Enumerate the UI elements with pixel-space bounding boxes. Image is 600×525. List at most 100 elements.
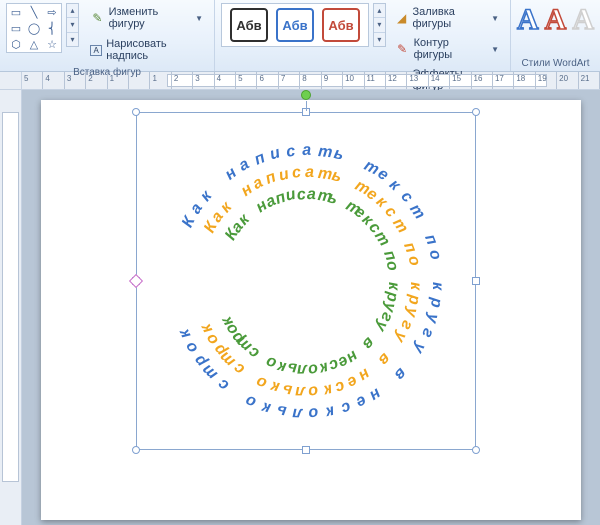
resize-handle-bm[interactable] (302, 446, 310, 454)
dropdown-icon: ▼ (491, 14, 499, 23)
ruler-tick (172, 72, 193, 89)
shape-fill-label: Заливка фигуры (413, 6, 486, 30)
rotate-handle[interactable] (301, 90, 311, 100)
style-gallery-scroll[interactable]: ▴ ▾ ▾ (373, 3, 386, 47)
wordart-selection[interactable]: Как написать текст по кругу в несколько … (136, 112, 476, 450)
shapes-gallery-scroll[interactable]: ▴ ▾ ▾ (66, 3, 79, 47)
ruler-tick (450, 72, 471, 89)
horizontal-ruler[interactable] (0, 72, 600, 90)
shape-oval-icon[interactable]: ◯ (26, 21, 42, 35)
ruler-tick (129, 72, 150, 89)
workspace: Как написать текст по кругу в несколько … (0, 90, 600, 525)
ruler-corner (0, 72, 22, 89)
shape-arrow-icon[interactable]: ⇨ (44, 5, 60, 19)
wordart-style-2[interactable]: A (545, 3, 567, 37)
ruler-tick (257, 72, 278, 89)
wordart-char: л (297, 360, 307, 378)
shape-outline-button[interactable]: ✎ Контур фигуры ▼ (390, 34, 504, 64)
wordart-char: к (384, 282, 402, 290)
wordart-char: к (406, 282, 424, 290)
group-shape-styles: Абв Абв Абв ▴ ▾ ▾ ◢ Заливка фигуры ▼ ✎ К… (215, 0, 511, 71)
ruler-tick (343, 72, 364, 89)
scroll-more-icon[interactable]: ▾ (374, 33, 385, 46)
ruler-tick (108, 72, 129, 89)
ruler-tick (193, 72, 214, 89)
wordart-style-3[interactable]: A (572, 3, 594, 37)
wordart-char: т (318, 143, 334, 162)
shape-tri-icon[interactable]: △ (26, 37, 42, 51)
shape-outline-label: Контур фигуры (414, 37, 485, 61)
scroll-up-icon[interactable]: ▴ (374, 4, 385, 18)
group-wordart: A A A Стили WordArt (511, 0, 600, 71)
ribbon: ▭ ╲ ⇨ ▭ ◯ ⎨ ⬡ △ ☆ ▴ ▾ ▾ ✎ Изменить фигур… (0, 0, 600, 72)
resize-handle-tr[interactable] (472, 108, 480, 116)
wordart-char: о (307, 359, 319, 378)
style-swatch-2[interactable]: Абв (276, 8, 314, 42)
style-swatch-1[interactable]: Абв (230, 8, 268, 42)
draw-textbox-label: Нарисовать надпись (106, 38, 203, 62)
wordart-char: ь (286, 359, 297, 378)
wordart-char: л (292, 404, 302, 422)
ruler-tick (322, 72, 343, 89)
ruler-tick (365, 72, 386, 89)
document-page[interactable]: Как написать текст по кругу в несколько … (41, 100, 581, 520)
resize-handle-tl[interactable] (132, 108, 140, 116)
vruler-page-region (2, 112, 19, 482)
textbox-icon: A (90, 45, 102, 56)
ruler-tick (493, 72, 514, 89)
wordart-char: а (302, 142, 311, 160)
shape-star-icon[interactable]: ☆ (44, 37, 60, 51)
wordart-char: л (295, 382, 305, 400)
shape-line-icon[interactable]: ╲ (26, 5, 42, 19)
wordart-char: а (305, 164, 314, 182)
shape-hex-icon[interactable]: ⬡ (8, 37, 24, 51)
scroll-up-icon[interactable]: ▴ (67, 4, 78, 18)
wordart-style-1[interactable]: A (517, 3, 539, 37)
ruler-tick (300, 72, 321, 89)
resize-handle-bl[interactable] (132, 446, 140, 454)
bucket-icon: ◢ (395, 10, 409, 26)
shape-fill-button[interactable]: ◢ Заливка фигуры ▼ (390, 3, 504, 33)
ruler-tick (472, 72, 493, 89)
shape-style-gallery[interactable]: Абв Абв Абв (221, 3, 369, 47)
wordart-char: к (428, 282, 446, 290)
ruler-tick (579, 72, 600, 89)
ruler-tick (407, 72, 428, 89)
draw-textbox-button[interactable]: A Нарисовать надпись (85, 35, 208, 65)
ruler-tick (86, 72, 107, 89)
ruler-tick (43, 72, 64, 89)
shape-brace-icon[interactable]: ⎨ (44, 21, 60, 35)
scroll-down-icon[interactable]: ▾ (67, 18, 78, 32)
wordart-gallery[interactable]: A A A (517, 3, 594, 37)
style-swatch-3[interactable]: Абв (322, 8, 360, 42)
ruler-tick (536, 72, 557, 89)
ruler-tick (429, 72, 450, 89)
shape-textbox-icon[interactable]: ▭ (8, 5, 24, 19)
wordart-char: р (426, 297, 445, 309)
group-insert-shapes: ▭ ╲ ⇨ ▭ ◯ ⎨ ⬡ △ ☆ ▴ ▾ ▾ ✎ Изменить фигур… (0, 0, 215, 71)
scroll-down-icon[interactable]: ▾ (374, 18, 385, 32)
ruler-tick (150, 72, 171, 89)
resize-handle-mr[interactable] (472, 277, 480, 285)
edit-shape-button[interactable]: ✎ Изменить фигуру ▼ (85, 3, 208, 33)
ruler-tick (236, 72, 257, 89)
vertical-ruler[interactable] (0, 90, 22, 525)
pen-icon: ✎ (395, 41, 410, 57)
dropdown-icon: ▼ (491, 45, 499, 54)
resize-handle-br[interactable] (472, 446, 480, 454)
edit-shape-label: Изменить фигуру (109, 6, 189, 30)
wordart-char: а (307, 186, 316, 204)
shapes-gallery[interactable]: ▭ ╲ ⇨ ▭ ◯ ⎨ ⬡ △ ☆ (6, 3, 62, 53)
wordart-char: о (308, 403, 319, 422)
group-label-wordart: Стили WordArt (517, 56, 594, 69)
ruler-tick (22, 72, 43, 89)
ruler-tick (279, 72, 300, 89)
shape-rect-icon[interactable]: ▭ (8, 21, 24, 35)
ruler-tick (557, 72, 578, 89)
edit-shape-icon: ✎ (90, 10, 105, 26)
canvas-background[interactable]: Как написать текст по кругу в несколько … (22, 90, 600, 525)
wordart-char: р (404, 294, 423, 306)
scroll-more-icon[interactable]: ▾ (67, 33, 78, 46)
ruler-tick (386, 72, 407, 89)
dropdown-icon: ▼ (195, 14, 203, 23)
